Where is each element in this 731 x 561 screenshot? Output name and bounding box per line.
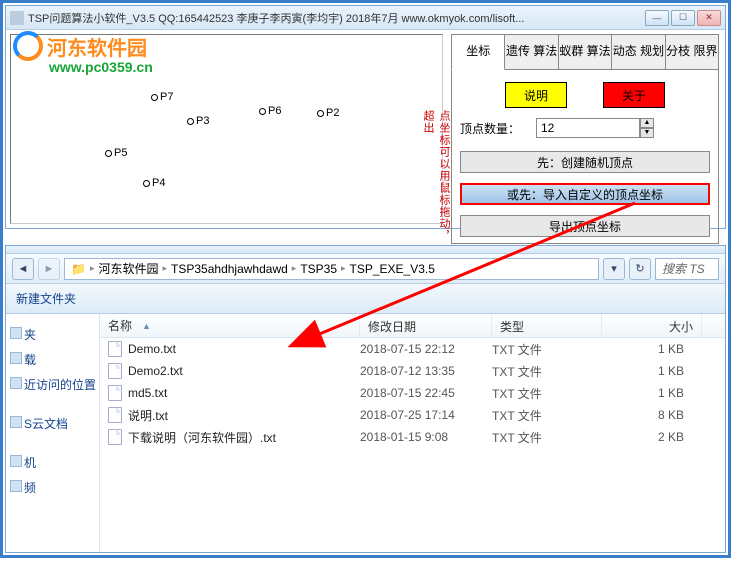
export-vertices-button[interactable]: 导出顶点坐标: [460, 215, 710, 237]
breadcrumb-dropdown[interactable]: ▾: [603, 258, 625, 280]
header-name[interactable]: 名称: [108, 317, 132, 334]
file-list[interactable]: Demo.txt2018-07-15 22:12TXT 文件1 KBDemo2.…: [100, 338, 725, 552]
nav-item[interactable]: S云文档: [10, 411, 95, 436]
file-date: 2018-07-15 22:45: [360, 386, 492, 400]
maximize-button[interactable]: ☐: [671, 10, 695, 26]
file-name: md5.txt: [128, 386, 167, 400]
explain-button[interactable]: 说明: [505, 82, 567, 108]
file-date: 2018-07-25 17:14: [360, 408, 492, 422]
nav-item[interactable]: 频: [10, 475, 95, 500]
file-row[interactable]: 说明.txt 2018-07-25 17:14TXT 文件8 KB: [100, 404, 725, 426]
vertex-count-spinner[interactable]: ▲ ▼: [536, 118, 654, 138]
file-date: 2018-07-12 13:35: [360, 364, 492, 378]
breadcrumb[interactable]: 📁 ▸ 河东软件园 ▸ TSP35ahdhjawhdawd ▸ TSP35 ▸ …: [64, 258, 599, 280]
file-size: 1 KB: [602, 386, 702, 400]
file-size: 2 KB: [602, 430, 702, 444]
nav-item[interactable]: 载: [10, 347, 95, 372]
point-p4[interactable]: P4: [143, 177, 165, 189]
file-type: TXT 文件: [492, 341, 602, 358]
explorer-toolbar: 新建文件夹: [6, 284, 725, 314]
hint-vertical-text: 点坐标可以用鼠标拖动，超出: [436, 110, 452, 243]
file-type: TXT 文件: [492, 363, 602, 380]
explorer-navbar: ◄ ► 📁 ▸ 河东软件园 ▸ TSP35ahdhjawhdawd ▸ TSP3…: [6, 254, 725, 284]
file-name: Demo.txt: [128, 342, 176, 356]
file-explorer-window: ◄ ► 📁 ▸ 河东软件园 ▸ TSP35ahdhjawhdawd ▸ TSP3…: [5, 245, 726, 553]
point-p2[interactable]: P2: [317, 107, 339, 119]
spinner-down-icon[interactable]: ▼: [640, 128, 654, 138]
back-button[interactable]: ◄: [12, 258, 34, 280]
file-size: 8 KB: [602, 408, 702, 422]
new-folder-button[interactable]: 新建文件夹: [16, 290, 76, 307]
file-name: Demo2.txt: [128, 364, 183, 378]
crumb-2[interactable]: TSP35: [300, 262, 337, 276]
header-type[interactable]: 类型: [492, 314, 602, 337]
app-icon: [10, 11, 24, 25]
about-button[interactable]: 关于: [603, 82, 665, 108]
tab-coords[interactable]: 坐标: [451, 34, 505, 70]
file-type: TXT 文件: [492, 429, 602, 446]
forward-button[interactable]: ►: [38, 258, 60, 280]
vertex-count-input[interactable]: [536, 118, 640, 138]
tsp-app-window: TSP问题算法小软件_V3.5 QQ:165442523 李庚子李丙寅(李均宇)…: [5, 5, 726, 229]
crumb-3[interactable]: TSP_EXE_V3.5: [350, 262, 435, 276]
file-size: 1 KB: [602, 364, 702, 378]
text-file-icon: [108, 407, 122, 423]
tab-bar: 坐标 遗传 算法 蚁群 算法 动态 规划 分枝 限界: [451, 34, 719, 70]
file-date: 2018-07-15 22:12: [360, 342, 492, 356]
point-p6[interactable]: P6: [259, 105, 281, 117]
file-name: 下载说明（河东软件园）.txt: [128, 429, 276, 446]
file-list-pane: 名称▲ 修改日期 类型 大小 Demo.txt2018-07-15 22:12T…: [100, 314, 725, 552]
point-canvas[interactable]: P7 P6 P3 P2 P5 P4: [10, 34, 443, 224]
import-custom-vertices-button[interactable]: 或先：导入自定义的顶点坐标: [460, 183, 710, 205]
minimize-button[interactable]: —: [645, 10, 669, 26]
file-type: TXT 文件: [492, 407, 602, 424]
titlebar[interactable]: TSP问题算法小软件_V3.5 QQ:165442523 李庚子李丙寅(李均宇)…: [6, 6, 725, 30]
tab-bb[interactable]: 分枝 限界: [666, 34, 719, 70]
search-input[interactable]: 搜索 TS: [655, 258, 719, 280]
header-date[interactable]: 修改日期: [360, 314, 492, 337]
tab-dp[interactable]: 动态 规划: [612, 34, 665, 70]
text-file-icon: [108, 363, 122, 379]
file-row[interactable]: md5.txt 2018-07-15 22:45TXT 文件1 KB: [100, 382, 725, 404]
create-random-vertices-button[interactable]: 先：创建随机顶点: [460, 151, 710, 173]
text-file-icon: [108, 385, 122, 401]
nav-item[interactable]: 近访问的位置: [10, 372, 95, 397]
spinner-up-icon[interactable]: ▲: [640, 118, 654, 128]
point-p3[interactable]: P3: [187, 115, 209, 127]
side-panel: 坐标 遗传 算法 蚁群 算法 动态 规划 分枝 限界 点坐标可以用鼠标拖动，超出…: [447, 30, 725, 228]
tab-aco[interactable]: 蚁群 算法: [559, 34, 612, 70]
sort-asc-icon[interactable]: ▲: [142, 321, 151, 331]
file-row[interactable]: 下载说明（河东软件园）.txt 2018-01-15 9:08TXT 文件2 KB: [100, 426, 725, 448]
tab-ga[interactable]: 遗传 算法: [505, 34, 558, 70]
file-date: 2018-01-15 9:08: [360, 430, 492, 444]
crumb-1[interactable]: TSP35ahdhjawhdawd: [171, 262, 288, 276]
close-button[interactable]: ✕: [697, 10, 721, 26]
file-size: 1 KB: [602, 342, 702, 356]
refresh-button[interactable]: ↻: [629, 258, 651, 280]
file-type: TXT 文件: [492, 385, 602, 402]
file-row[interactable]: Demo2.txt 2018-07-12 13:35TXT 文件1 KB: [100, 360, 725, 382]
nav-item[interactable]: 机: [10, 450, 95, 475]
point-p5[interactable]: P5: [105, 147, 127, 159]
column-headers[interactable]: 名称 ▲ 修改日期 类型 大小: [100, 314, 725, 338]
nav-item[interactable]: 夹: [10, 322, 95, 347]
header-size[interactable]: 大小: [602, 314, 702, 337]
text-file-icon: [108, 429, 122, 445]
text-file-icon: [108, 341, 122, 357]
file-name: 说明.txt: [128, 407, 168, 424]
window-title: TSP问题算法小软件_V3.5 QQ:165442523 李庚子李丙寅(李均宇)…: [28, 10, 645, 26]
point-p7[interactable]: P7: [151, 91, 173, 103]
file-row[interactable]: Demo.txt 2018-07-15 22:12TXT 文件1 KB: [100, 338, 725, 360]
vertex-count-label: 顶点数量：: [460, 120, 526, 137]
crumb-0[interactable]: 河东软件园: [98, 260, 158, 277]
folder-icon: 📁: [71, 262, 86, 276]
navigation-pane[interactable]: 夹 载 近访问的位置 S云文档 机 频: [6, 314, 100, 552]
